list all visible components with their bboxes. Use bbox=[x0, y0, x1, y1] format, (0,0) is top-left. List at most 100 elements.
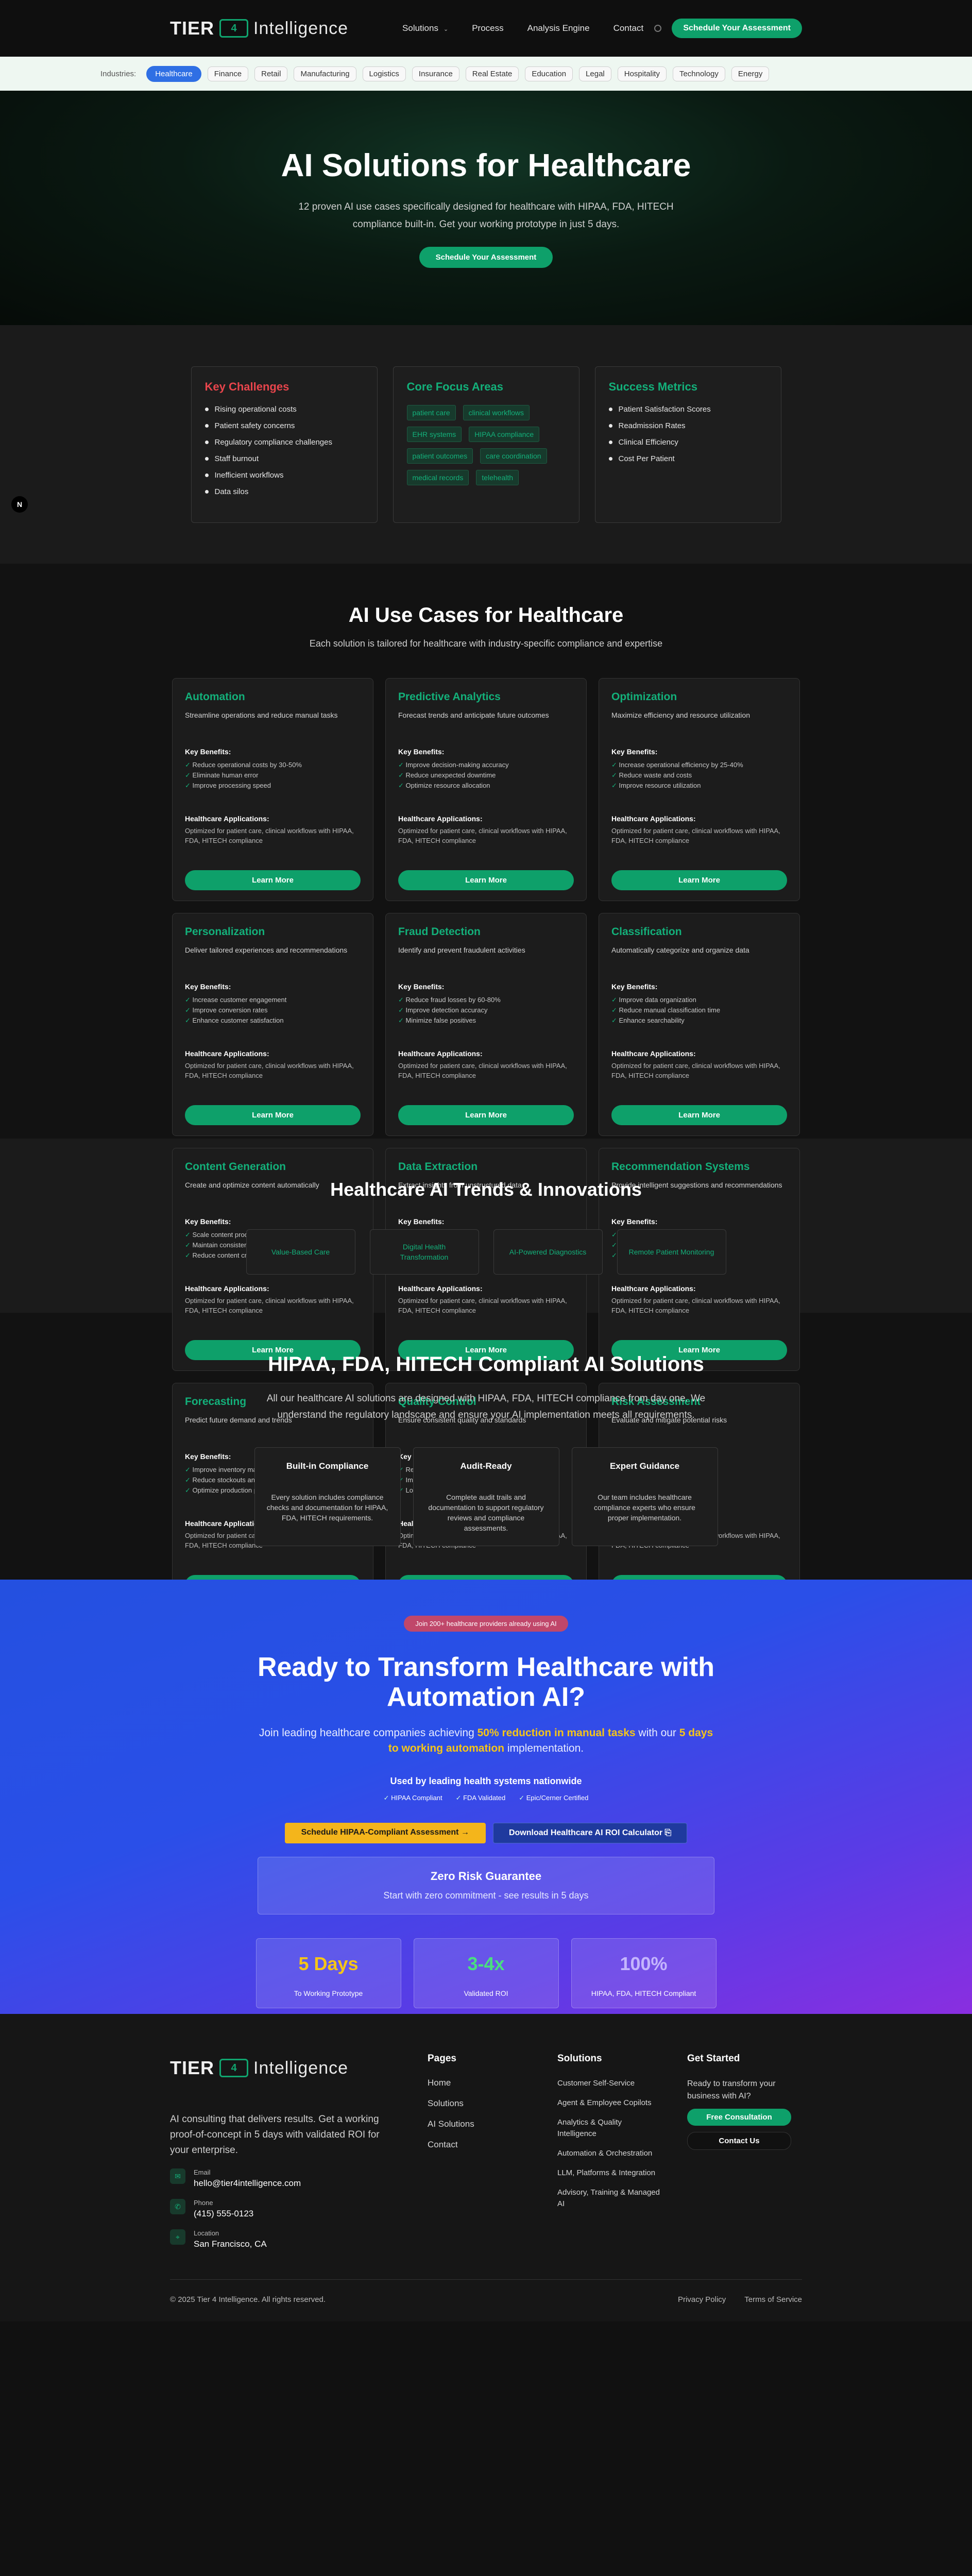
logo[interactable]: TIER 4 Intelligence bbox=[170, 18, 348, 39]
footer-get-started: Get Started Ready to transform your busi… bbox=[687, 2053, 795, 2249]
benefit-item: Improve detection accuracy bbox=[398, 1005, 574, 1015]
challenge-text: Regulatory compliance challenges bbox=[214, 438, 332, 447]
guarantee-box: Zero Risk Guarantee Start with zero comm… bbox=[258, 1857, 714, 1914]
learn-more-button[interactable]: Learn More bbox=[611, 870, 787, 890]
footer-page-link[interactable]: Home bbox=[428, 2078, 557, 2088]
guarantee-text: Start with zero commitment - see results… bbox=[383, 1890, 589, 1901]
use-case-description: Forecast trends and anticipate future ou… bbox=[398, 711, 549, 719]
applications-label: Healthcare Applications: bbox=[185, 815, 269, 823]
metric-text: Patient Satisfaction Scores bbox=[618, 405, 711, 414]
applications-label: Healthcare Applications: bbox=[611, 1284, 696, 1293]
learn-more-button[interactable]: Learn More bbox=[398, 870, 574, 890]
contact-value[interactable]: (415) 555-0123 bbox=[194, 2209, 253, 2219]
nav-analysis-engine[interactable]: Analysis Engine bbox=[527, 23, 590, 33]
bullet-icon bbox=[204, 440, 209, 444]
contact-value[interactable]: hello@tier4intelligence.com bbox=[194, 2178, 301, 2189]
footer-page-link[interactable]: AI Solutions bbox=[428, 2119, 557, 2129]
industry-pill[interactable]: Finance bbox=[207, 66, 249, 81]
guarantee-title: Zero Risk Guarantee bbox=[430, 1870, 542, 1883]
use-case-description: Streamline operations and reduce manual … bbox=[185, 711, 338, 719]
applications-label: Healthcare Applications: bbox=[398, 815, 483, 823]
footer-page-link[interactable]: Solutions bbox=[428, 2098, 557, 2109]
learn-more-button[interactable]: Learn More bbox=[398, 1105, 574, 1125]
use-cases-subtitle: Each solution is tailored for healthcare… bbox=[309, 638, 663, 649]
key-challenges-card: Key Challenges Rising operational costs P… bbox=[191, 366, 378, 523]
hero-schedule-button[interactable]: Schedule Your Assessment bbox=[419, 247, 553, 268]
footer-page-link[interactable]: Contact bbox=[428, 2140, 557, 2150]
industry-pill[interactable]: Logistics bbox=[362, 66, 406, 81]
footer-get-started-title: Get Started bbox=[687, 2053, 740, 2064]
cta-highlight: 50% reduction in manual tasks bbox=[477, 1727, 636, 1739]
compliance-card-text: Complete audit trails and documentation … bbox=[428, 1493, 544, 1532]
trend-card: Remote Patient Monitoring bbox=[617, 1229, 726, 1275]
stat-card: 100% HIPAA, FDA, HITECH Compliant bbox=[571, 1938, 717, 2008]
challenge-item: Rising operational costs bbox=[204, 405, 364, 414]
contact-value[interactable]: San Francisco, CA bbox=[194, 2239, 267, 2249]
used-by-text: Used by leading health systems nationwid… bbox=[390, 1776, 582, 1786]
schedule-hipaa-assessment-button[interactable]: Schedule HIPAA-Compliant Assessment → bbox=[284, 1823, 486, 1843]
industry-pill[interactable]: Energy bbox=[731, 66, 770, 81]
benefit-item: Increase customer engagement bbox=[185, 995, 361, 1005]
compliance-card-text: Our team includes healthcare compliance … bbox=[594, 1493, 695, 1522]
contact-us-button[interactable]: Contact Us bbox=[687, 2132, 791, 2150]
benefit-item: Reduce manual classification time bbox=[611, 1005, 787, 1015]
floating-badge[interactable]: N bbox=[11, 496, 28, 513]
industry-pill[interactable]: Technology bbox=[672, 66, 725, 81]
hero-title: AI Solutions for Healthcare bbox=[281, 148, 691, 183]
footer-solution-link[interactable]: LLM, Platforms & Integration bbox=[557, 2167, 660, 2179]
bullet-icon bbox=[204, 424, 209, 428]
industry-pill[interactable]: Education bbox=[525, 66, 573, 81]
key-benefits-label: Key Benefits: bbox=[611, 1217, 658, 1226]
challenge-text: Data silos bbox=[214, 487, 249, 496]
learn-more-button[interactable]: Learn More bbox=[611, 1105, 787, 1125]
contact-info: Location San Francisco, CA bbox=[194, 2229, 267, 2249]
privacy-policy-link[interactable]: Privacy Policy bbox=[678, 2295, 726, 2304]
email-icon: ✉ bbox=[170, 2168, 185, 2184]
learn-more-button[interactable]: Learn More bbox=[185, 870, 361, 890]
theme-toggle-icon[interactable] bbox=[654, 25, 662, 32]
nav-solutions[interactable]: Solutions ⌄ bbox=[402, 23, 448, 33]
footer-solution-link[interactable]: Advisory, Training & Managed AI bbox=[557, 2187, 660, 2210]
cta-title: Ready to Transform Healthcare with Autom… bbox=[0, 1652, 972, 1712]
nav-process[interactable]: Process bbox=[472, 23, 503, 33]
contact-info: Phone (415) 555-0123 bbox=[194, 2199, 253, 2219]
industry-pill[interactable]: Real Estate bbox=[465, 66, 519, 81]
footer-solution-link[interactable]: Agent & Employee Copilots bbox=[557, 2097, 660, 2109]
footer-solution-link[interactable]: Customer Self-Service bbox=[557, 2078, 660, 2089]
use-case-card: Optimization Maximize efficiency and reso… bbox=[599, 678, 800, 901]
stat-number: 100% bbox=[620, 1953, 668, 1974]
benefits-list: Reduce fraud losses by 60-80%Improve det… bbox=[398, 995, 574, 1026]
footer-solution-link[interactable]: Automation & Orchestration bbox=[557, 2148, 660, 2159]
industry-pill[interactable]: Manufacturing bbox=[294, 66, 356, 81]
bullet-icon bbox=[608, 457, 612, 461]
key-benefits-label: Key Benefits: bbox=[611, 982, 658, 991]
footer-solution-link[interactable]: Analytics & Quality Intelligence bbox=[557, 2117, 660, 2140]
learn-more-button[interactable]: Learn More bbox=[185, 1105, 361, 1125]
logo-intelligence: Intelligence bbox=[253, 2058, 349, 2078]
applications-text: Optimized for patient care, clinical wor… bbox=[398, 827, 567, 844]
benefit-item: Improve data organization bbox=[611, 995, 787, 1005]
focus-tag: EHR systems bbox=[406, 427, 462, 442]
trend-card: Value-Based Care bbox=[246, 1229, 355, 1275]
nav-contact[interactable]: Contact bbox=[613, 23, 644, 33]
industry-pill[interactable]: Insurance bbox=[412, 66, 459, 81]
focus-areas-title: Core Focus Areas bbox=[406, 380, 503, 393]
benefit-item: Improve processing speed bbox=[185, 781, 361, 791]
industry-pill[interactable]: Hospitality bbox=[617, 66, 667, 81]
applications-label: Healthcare Applications: bbox=[611, 815, 696, 823]
industry-pill[interactable]: Retail bbox=[254, 66, 288, 81]
social-proof-badge: Join 200+ healthcare providers already u… bbox=[404, 1616, 568, 1632]
compliance-lead: All our healthcare AI solutions are desi… bbox=[266, 1393, 706, 1420]
schedule-assessment-button[interactable]: Schedule Your Assessment bbox=[672, 19, 802, 38]
footer-logo[interactable]: TIER 4 Intelligence bbox=[170, 2057, 428, 2079]
applications-text: Optimized for patient care, clinical wor… bbox=[611, 1297, 780, 1314]
industry-pill[interactable]: Healthcare bbox=[146, 65, 201, 82]
stat-number: 3-4x bbox=[467, 1953, 505, 1974]
free-consultation-button[interactable]: Free Consultation bbox=[687, 2109, 791, 2126]
challenge-item: Regulatory compliance challenges bbox=[204, 438, 364, 447]
download-roi-calculator-button[interactable]: Download Healthcare AI ROI Calculator ⎘ bbox=[492, 1823, 688, 1843]
terms-link[interactable]: Terms of Service bbox=[744, 2295, 802, 2304]
contact-info: Email hello@tier4intelligence.com bbox=[194, 2168, 301, 2189]
industry-pill[interactable]: Legal bbox=[579, 66, 611, 81]
key-benefits-label: Key Benefits: bbox=[398, 748, 445, 756]
